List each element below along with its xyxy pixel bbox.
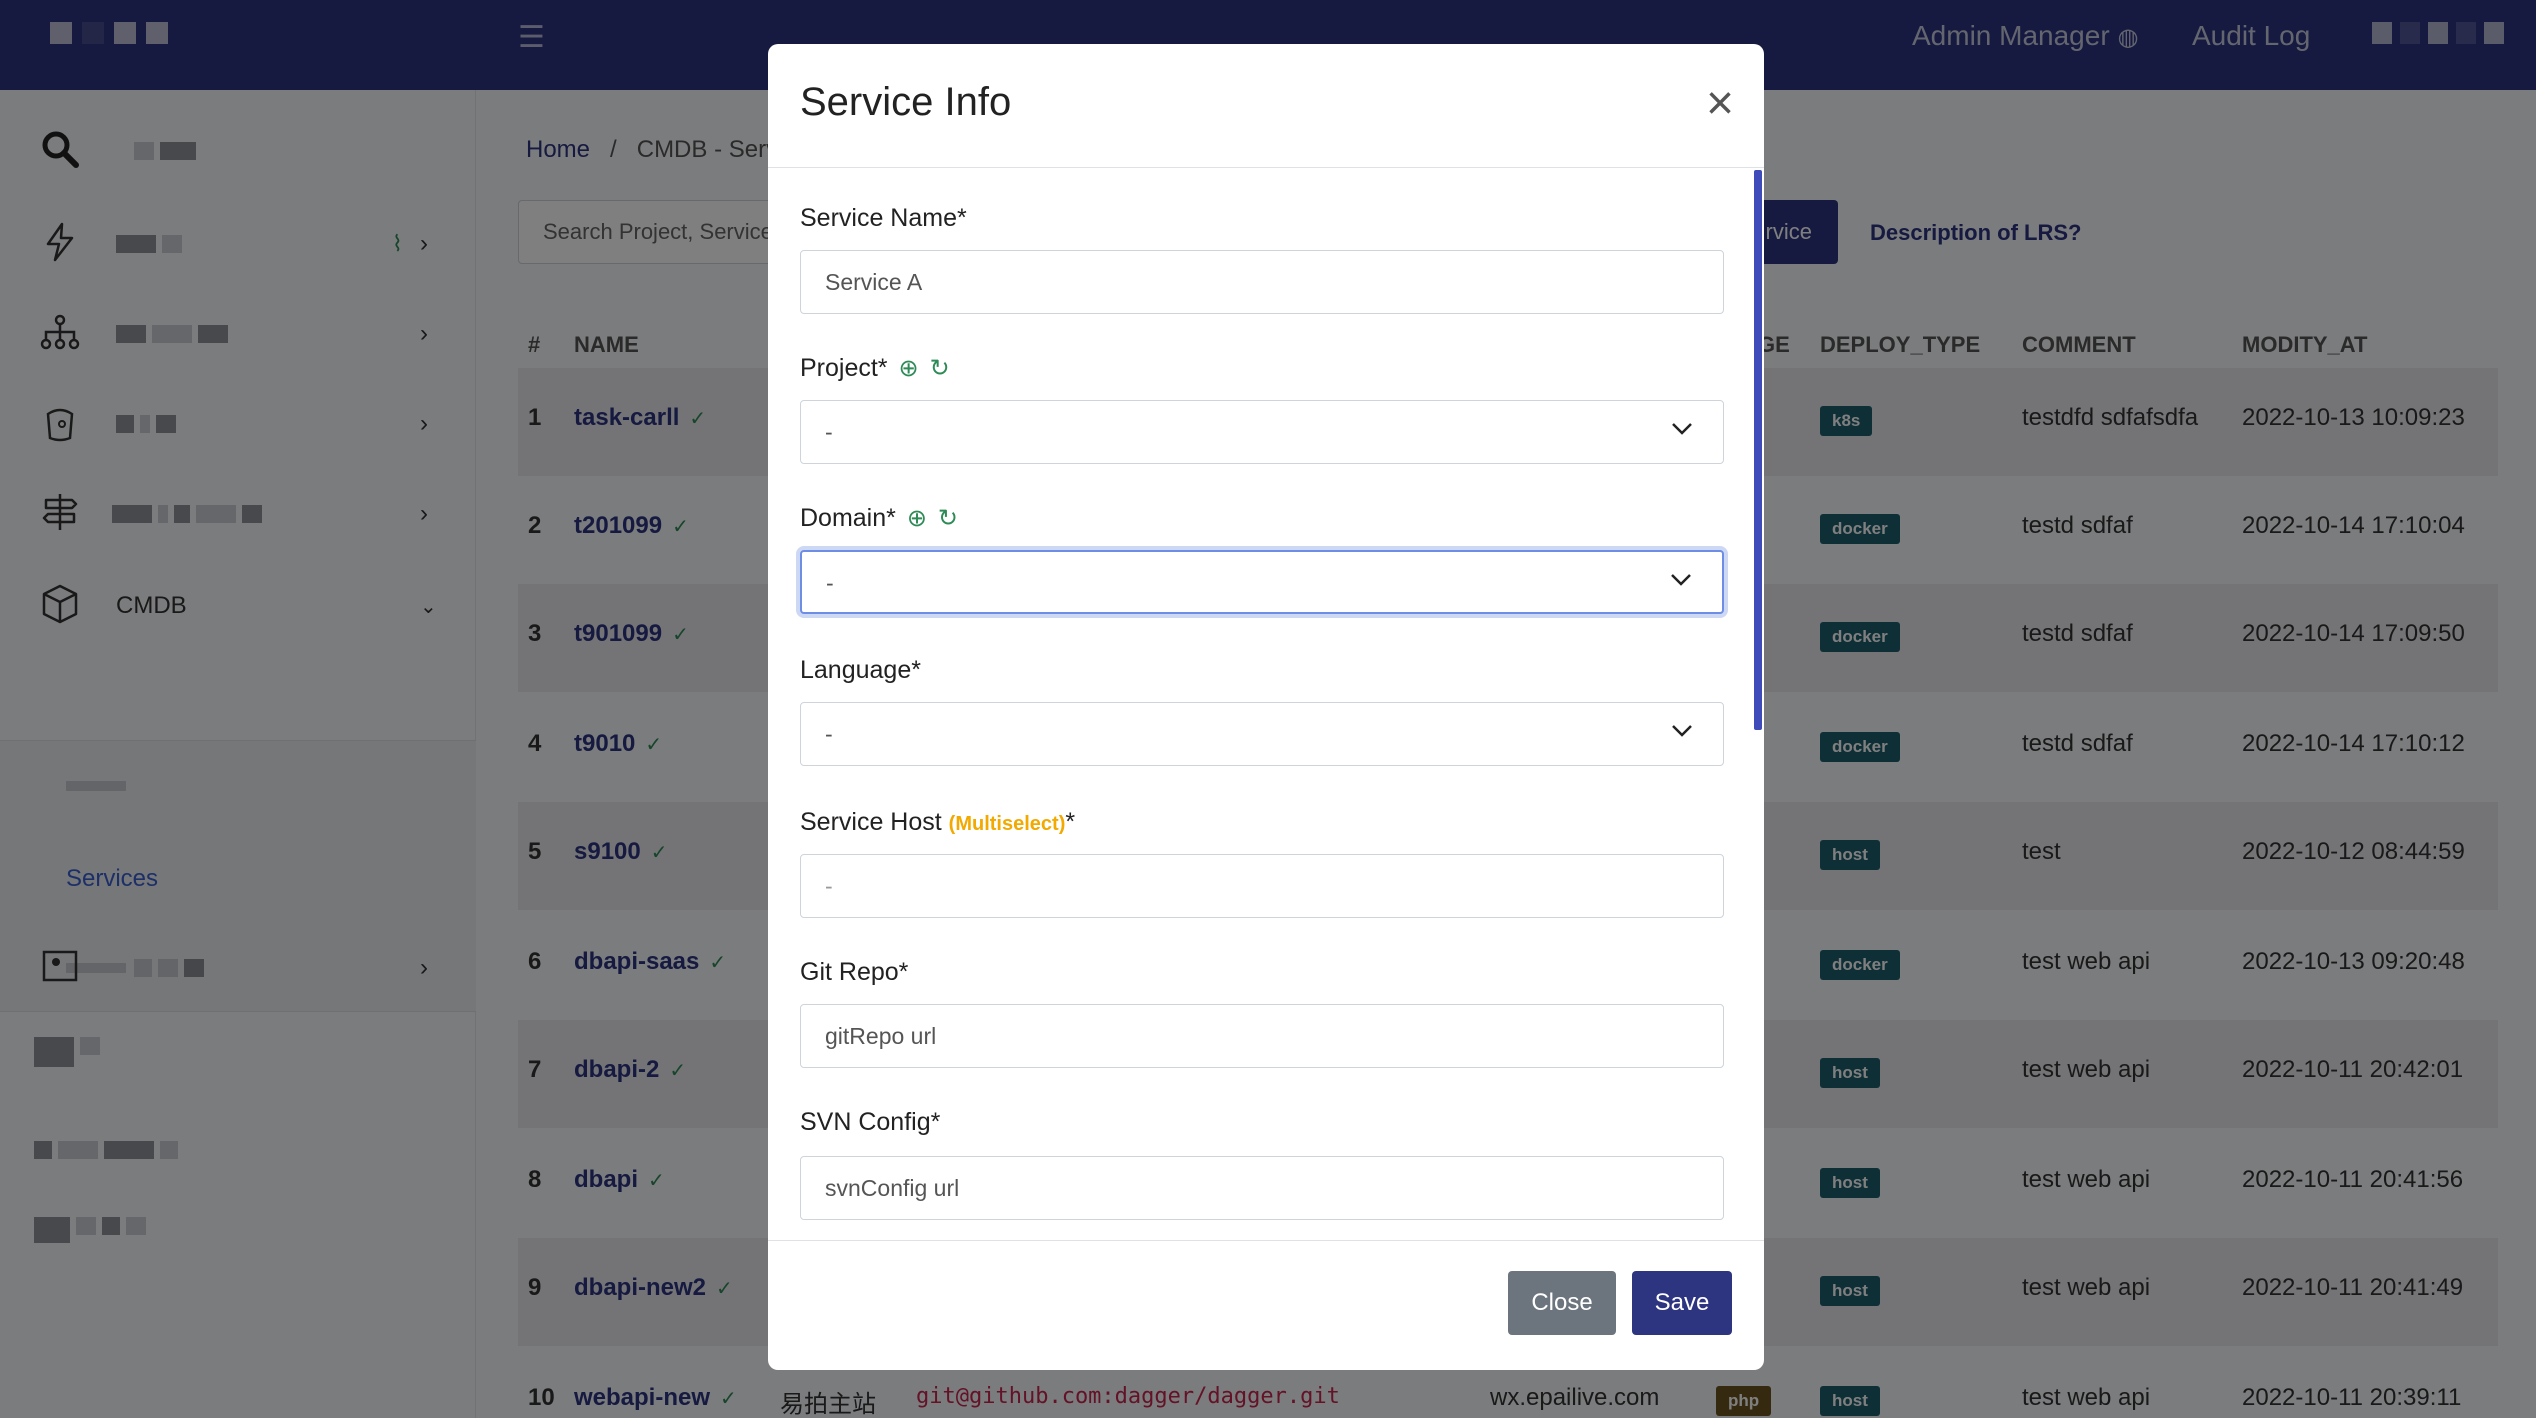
git-repo-label: Git Repo* [800,958,909,986]
required-star: * [1065,808,1076,836]
domain-label-group: Domain* ⊕ ↻ [800,504,958,533]
modal-title: Service Info [800,80,1012,124]
service-host-multiselect[interactable]: - [800,854,1724,918]
service-name-input[interactable]: Service A [800,250,1724,314]
modal-footer: Close Save [768,1240,1764,1370]
service-host-label-group: Service Host (Multiselect)* [800,808,1075,837]
service-host-label: Service Host [800,808,942,836]
modal-body[interactable]: Service Name* Service A Project* ⊕ ↻ - D… [768,168,1764,1240]
close-icon[interactable]: × [1698,80,1742,128]
chevron-down-icon [1668,566,1694,599]
modal-header: Service Info × [768,44,1764,168]
domain-label: Domain* [800,504,896,532]
language-select-value: - [825,721,833,747]
domain-select[interactable]: - [800,550,1724,614]
multiselect-hint: (Multiselect) [948,813,1066,835]
refresh-project-icon[interactable]: ↻ [930,354,950,383]
svn-config-input[interactable]: svnConfig url [800,1156,1724,1220]
language-label: Language* [800,656,921,684]
project-select[interactable]: - [800,400,1724,464]
svn-config-label: SVN Config* [800,1108,941,1136]
chevron-down-icon [1669,415,1695,448]
domain-select-value: - [826,570,834,596]
add-domain-icon[interactable]: ⊕ [907,504,927,533]
save-button[interactable]: Save [1632,1271,1732,1335]
project-label: Project* [800,354,888,382]
refresh-domain-icon[interactable]: ↻ [938,504,958,533]
project-label-group: Project* ⊕ ↻ [800,354,950,383]
add-project-icon[interactable]: ⊕ [899,354,919,383]
git-repo-input[interactable]: gitRepo url [800,1004,1724,1068]
project-select-value: - [825,419,833,445]
service-name-label: Service Name* [800,204,967,232]
modal-scrollbar[interactable] [1754,170,1762,730]
close-button[interactable]: Close [1508,1271,1616,1335]
service-info-modal: Service Info × Service Name* Service A P… [768,44,1764,1370]
language-select[interactable]: - [800,702,1724,766]
chevron-down-icon [1669,717,1695,750]
